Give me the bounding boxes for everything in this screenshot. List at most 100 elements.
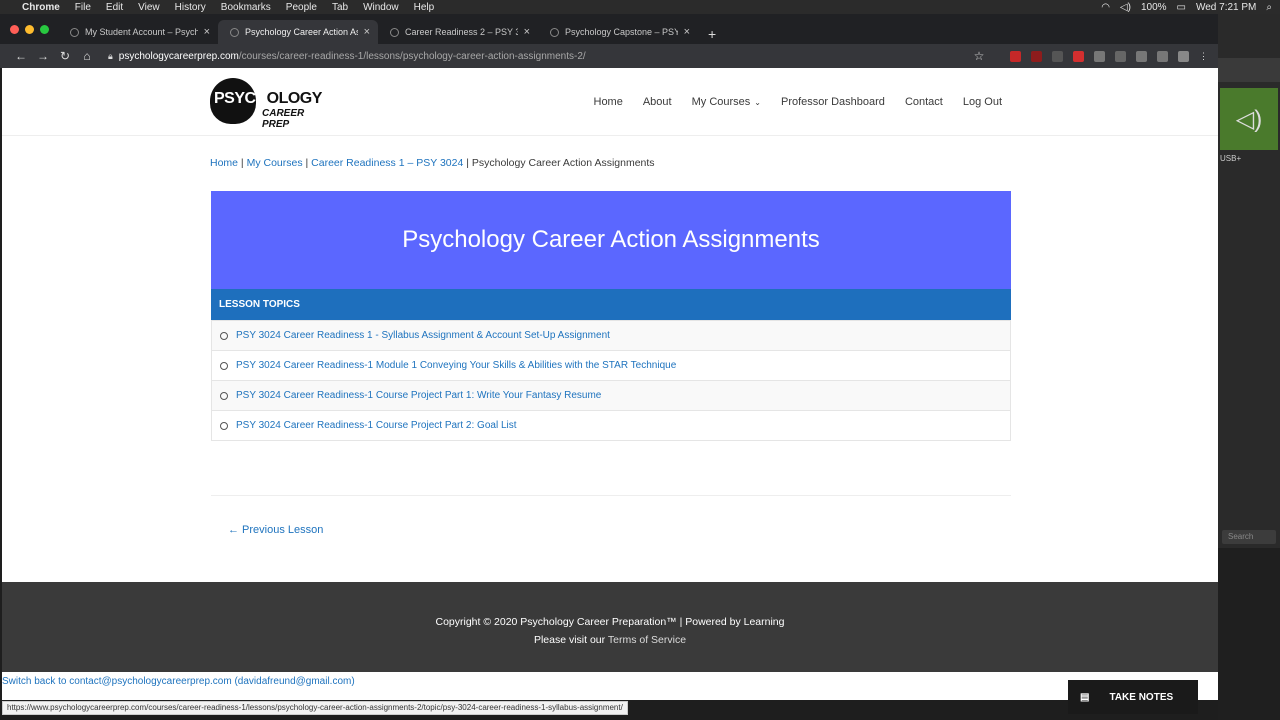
menu-file[interactable]: File [75, 2, 91, 13]
menu-bookmarks[interactable]: Bookmarks [221, 2, 271, 13]
breadcrumb-course[interactable]: Career Readiness 1 – PSY 3024 [311, 157, 463, 169]
nav-professor-dashboard[interactable]: Professor Dashboard [781, 96, 885, 108]
web-page: PSYCHOLOGY CAREER PREP Home About My Cou… [2, 68, 1218, 582]
menu-edit[interactable]: Edit [106, 2, 123, 13]
extension-icon[interactable] [1052, 50, 1063, 62]
forward-arrow-icon[interactable]: → [32, 49, 54, 63]
chevron-down-icon: ⌄ [754, 98, 761, 107]
terms-of-service-link[interactable]: Terms of Service [608, 634, 686, 646]
menu-tab[interactable]: Tab [332, 2, 348, 13]
tab-capstone[interactable]: Psychology Capstone – PSY 40 × [538, 20, 698, 44]
menu-window[interactable]: Window [363, 2, 399, 13]
incomplete-status-icon [220, 421, 228, 430]
tab-student-account[interactable]: My Student Account – Psychol × [58, 20, 218, 44]
lesson-topics-header: LESSON TOPICS [211, 289, 1011, 320]
volume-icon[interactable]: ◁) [1120, 2, 1131, 13]
extension-icon[interactable] [1094, 50, 1105, 62]
link-status-bar: https://www.psychologycareerprep.com/cou… [2, 701, 628, 715]
nav-my-courses[interactable]: My Courses ⌄ [692, 96, 761, 108]
tab-label: Psychology Career Action Assi [245, 27, 358, 37]
site-footer: Copyright © 2020 Psychology Career Prepa… [2, 582, 1218, 672]
previous-lesson-link[interactable]: ← Previous Lesson [228, 524, 323, 536]
extensions: ⋮ [1010, 50, 1208, 62]
menu-dots-icon[interactable]: ⋮ [1199, 51, 1208, 62]
reload-icon[interactable]: ↻ [54, 49, 76, 63]
side-search-input[interactable]: Search [1222, 530, 1276, 544]
recorder-extension-icon[interactable] [1073, 50, 1084, 62]
incomplete-status-icon [220, 391, 228, 400]
menu-history[interactable]: History [175, 2, 206, 13]
battery-percent[interactable]: 100% [1141, 2, 1167, 13]
close-icon[interactable]: × [364, 26, 370, 38]
view-toggle[interactable] [1218, 58, 1280, 82]
spotlight-icon[interactable]: ⌕ [1266, 2, 1272, 13]
side-app-panel: ◁) USB+ Search [1218, 14, 1280, 720]
back-arrow-icon[interactable]: ← [10, 49, 32, 63]
nav-home[interactable]: Home [594, 96, 623, 108]
tab-career-readiness-2[interactable]: Career Readiness 2 – PSY 307 × [378, 20, 538, 44]
topic-link[interactable]: PSY 3024 Career Readiness-1 Module 1 Con… [236, 360, 676, 371]
wifi-icon[interactable]: ◠ [1101, 2, 1110, 13]
address-bar[interactable]: 🔒︎ psychologycareerprep.com/courses/care… [108, 46, 968, 66]
tab-strip: My Student Account – Psychol × Psycholog… [0, 14, 1220, 44]
window-controls [10, 25, 49, 34]
list-item[interactable]: PSY 3024 Career Readiness-1 Module 1 Con… [212, 350, 1010, 380]
breadcrumb-home[interactable]: Home [210, 157, 238, 169]
speaker-icon[interactable]: ◁) [1220, 88, 1278, 150]
lock-icon[interactable]: 🔒︎ [108, 51, 113, 62]
close-icon[interactable]: × [204, 26, 210, 38]
tab-label: Psychology Capstone – PSY 40 [565, 27, 678, 37]
menu-help[interactable]: Help [414, 2, 435, 13]
nav-about[interactable]: About [643, 96, 672, 108]
topic-link[interactable]: PSY 3024 Career Readiness-1 Course Proje… [236, 420, 517, 431]
bookmark-star-icon[interactable]: ☆ [968, 49, 990, 63]
home-icon[interactable]: ⌂ [76, 49, 98, 63]
nav-log-out[interactable]: Log Out [963, 96, 1002, 108]
notes-icon: ▤ [1080, 691, 1090, 703]
adblock-extension-icon[interactable] [1010, 50, 1021, 62]
close-icon[interactable]: × [524, 26, 530, 38]
extension-icon[interactable] [1157, 50, 1168, 62]
site-logo[interactable]: PSYCHOLOGY CAREER PREP [210, 78, 330, 130]
globe-icon [70, 27, 79, 37]
menu-people[interactable]: People [286, 2, 317, 13]
take-notes-button[interactable]: ▤ TAKE NOTES [1068, 680, 1198, 714]
topic-link[interactable]: PSY 3024 Career Readiness-1 Course Proje… [236, 390, 601, 401]
globe-icon [550, 27, 559, 37]
breadcrumb-current: Psychology Career Action Assignments [471, 157, 655, 169]
facebook-extension-icon[interactable] [1136, 50, 1147, 62]
switch-back-link[interactable]: Switch back to contact@psychologycareerp… [2, 676, 355, 687]
nav-my-courses-label: My Courses [691, 96, 751, 108]
tab-label: My Student Account – Psychol [85, 27, 198, 37]
minimize-window-button[interactable] [25, 25, 34, 34]
terms-line: Please visit our Terms of Service [2, 631, 1218, 649]
new-tab-button[interactable]: + [708, 26, 716, 42]
list-item[interactable]: PSY 3024 Career Readiness-1 Course Proje… [212, 380, 1010, 410]
terms-prefix: Please visit our [533, 634, 608, 646]
menu-view[interactable]: View [138, 2, 160, 13]
breadcrumb-my-courses[interactable]: My Courses [247, 157, 303, 169]
close-window-button[interactable] [10, 25, 19, 34]
ublock-extension-icon[interactable] [1031, 50, 1042, 62]
globe-icon [230, 27, 239, 37]
url-host: psychologycareerprep.com [118, 50, 239, 62]
list-item[interactable]: PSY 3024 Career Readiness-1 Course Proje… [212, 410, 1010, 440]
tab-career-action[interactable]: Psychology Career Action Assi × [218, 20, 378, 44]
topic-link[interactable]: PSY 3024 Career Readiness 1 - Syllabus A… [236, 330, 610, 341]
profile-avatar[interactable] [1178, 50, 1189, 62]
lesson-title: Psychology Career Action Assignments [402, 226, 820, 253]
incomplete-status-icon [220, 331, 228, 340]
clock[interactable]: Wed 7:21 PM [1196, 2, 1256, 13]
info-extension-icon[interactable] [1115, 50, 1126, 62]
battery-icon[interactable]: ▭ [1177, 2, 1186, 13]
tab-label: Career Readiness 2 – PSY 307 [405, 27, 518, 37]
nav-contact[interactable]: Contact [905, 96, 943, 108]
list-item[interactable]: PSY 3024 Career Readiness 1 - Syllabus A… [212, 320, 1010, 350]
logo-subtitle: CAREER PREP [262, 108, 305, 130]
close-icon[interactable]: × [684, 26, 690, 38]
switch-user-bar: Switch back to contact@psychologycareerp… [2, 672, 1218, 700]
breadcrumb: Home | My Courses | Career Readiness 1 –… [210, 157, 655, 169]
maximize-window-button[interactable] [40, 25, 49, 34]
logo-wordmark: PSYCHOLOGY [214, 90, 322, 108]
menu-chrome[interactable]: Chrome [22, 2, 60, 13]
